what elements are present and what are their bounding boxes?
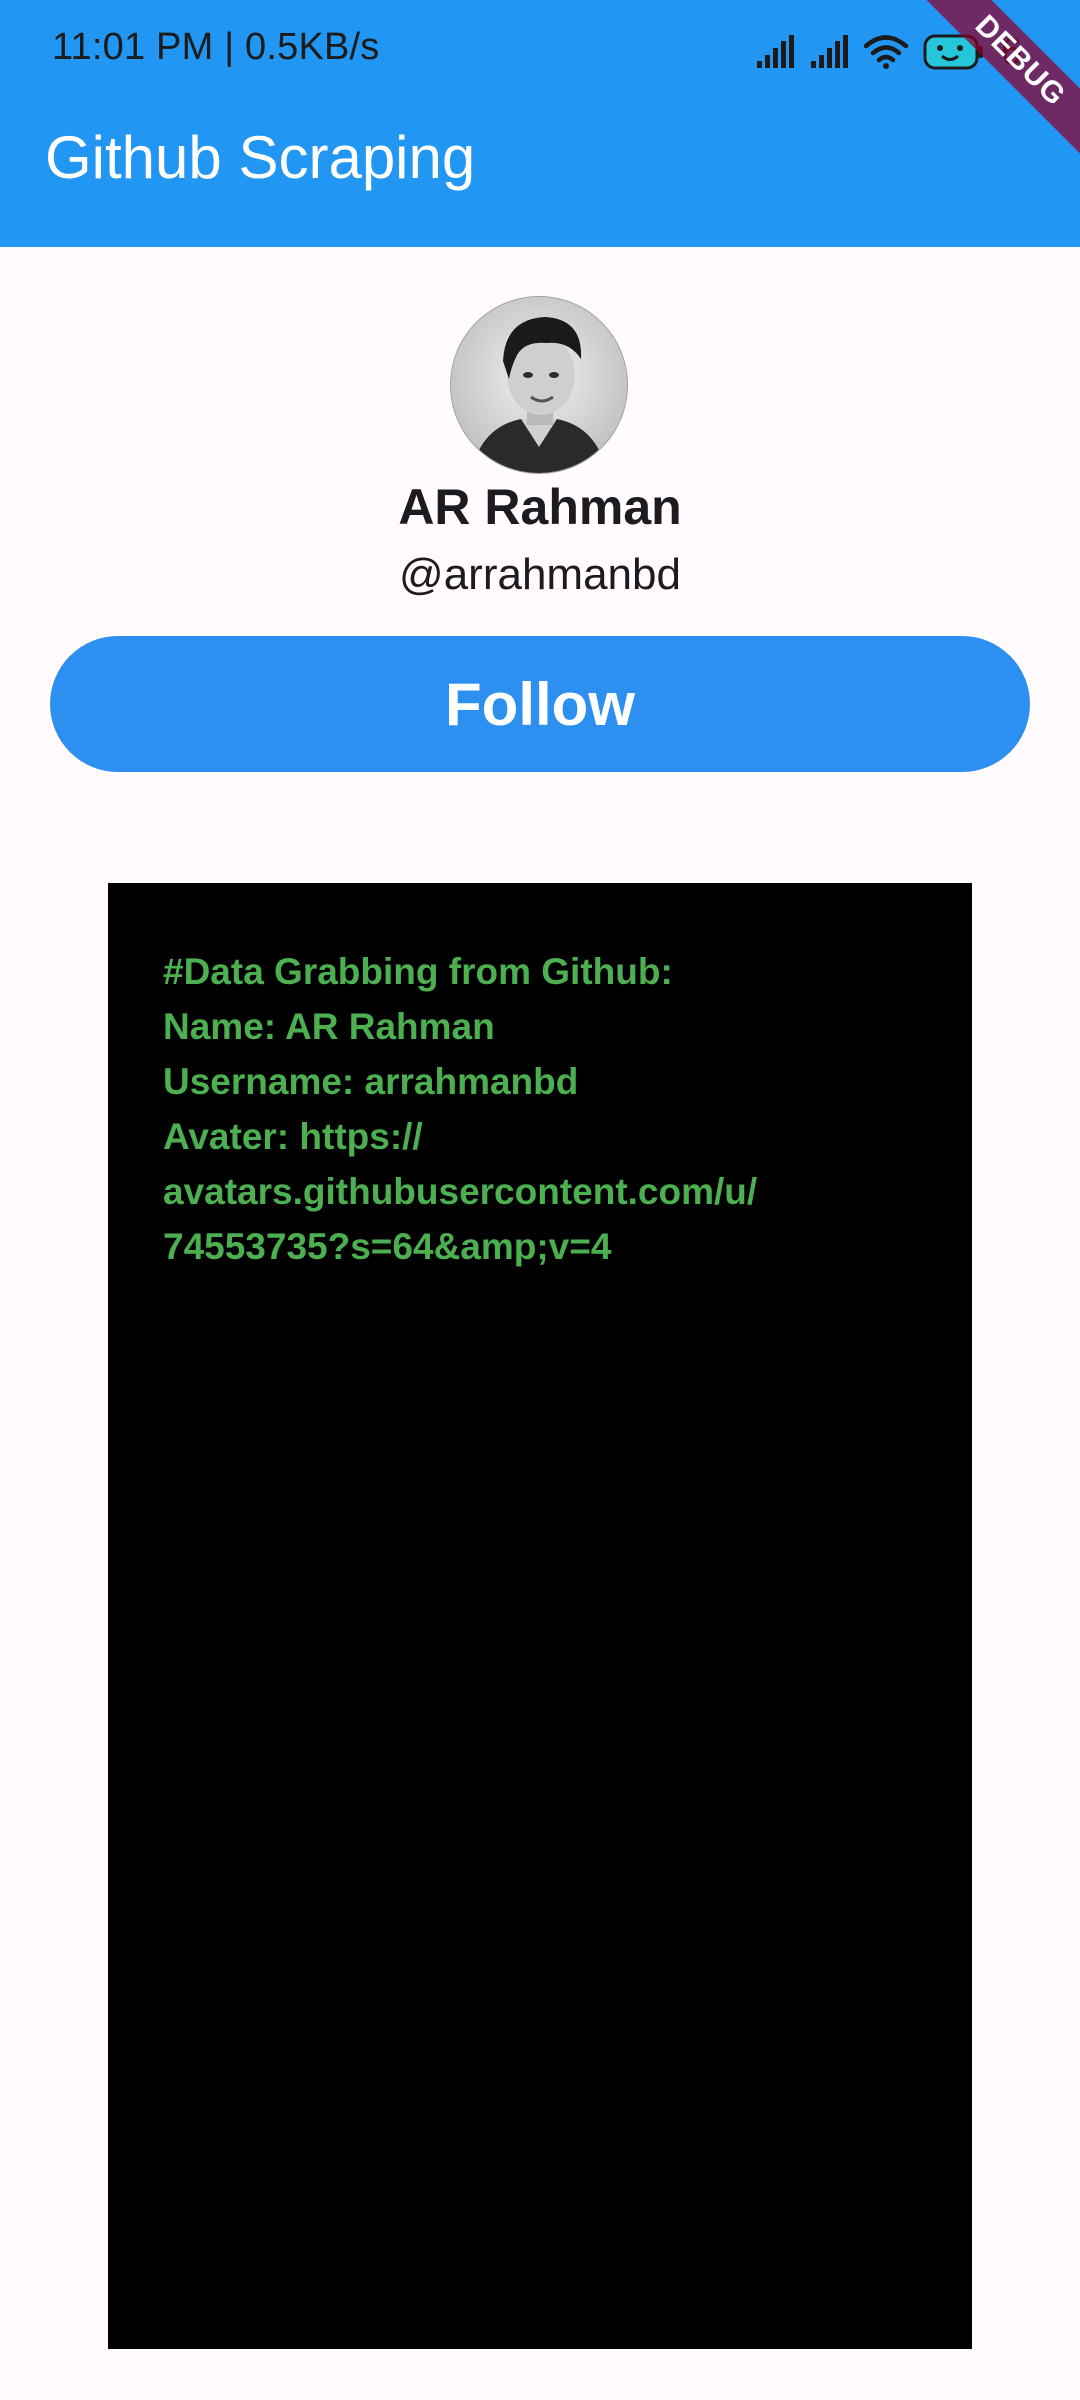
- profile-username: @arrahmanbd: [399, 550, 681, 599]
- app-bar: 11:01 PM | 0.5KB/s Github Scraping DEBUG: [0, 0, 1080, 247]
- terminal-output: #Data Grabbing from Github: Name: AR Rah…: [108, 883, 972, 2349]
- profile-name: AR Rahman: [398, 479, 682, 535]
- terminal-line: Avater: https://: [163, 1116, 423, 1157]
- wifi-icon: [863, 35, 909, 69]
- signal-icon: [755, 35, 795, 69]
- avatar: [451, 297, 627, 473]
- avatar-image: [451, 297, 627, 473]
- terminal-line: 74553735?s=64&amp;v=4: [163, 1226, 612, 1267]
- follow-button[interactable]: Follow: [50, 636, 1030, 772]
- terminal-line: Username: arrahmanbd: [163, 1061, 579, 1102]
- signal-icon: [809, 35, 849, 69]
- terminal-line: Name: AR Rahman: [163, 1006, 495, 1047]
- status-time: 11:01 PM | 0.5KB/s: [52, 26, 380, 68]
- terminal-line: avatars.githubusercontent.com/u/: [163, 1171, 758, 1212]
- status-bar: 11:01 PM | 0.5KB/s: [0, 0, 1080, 100]
- app-title: Github Scraping: [45, 124, 476, 191]
- terminal-line: #Data Grabbing from Github:: [163, 951, 673, 992]
